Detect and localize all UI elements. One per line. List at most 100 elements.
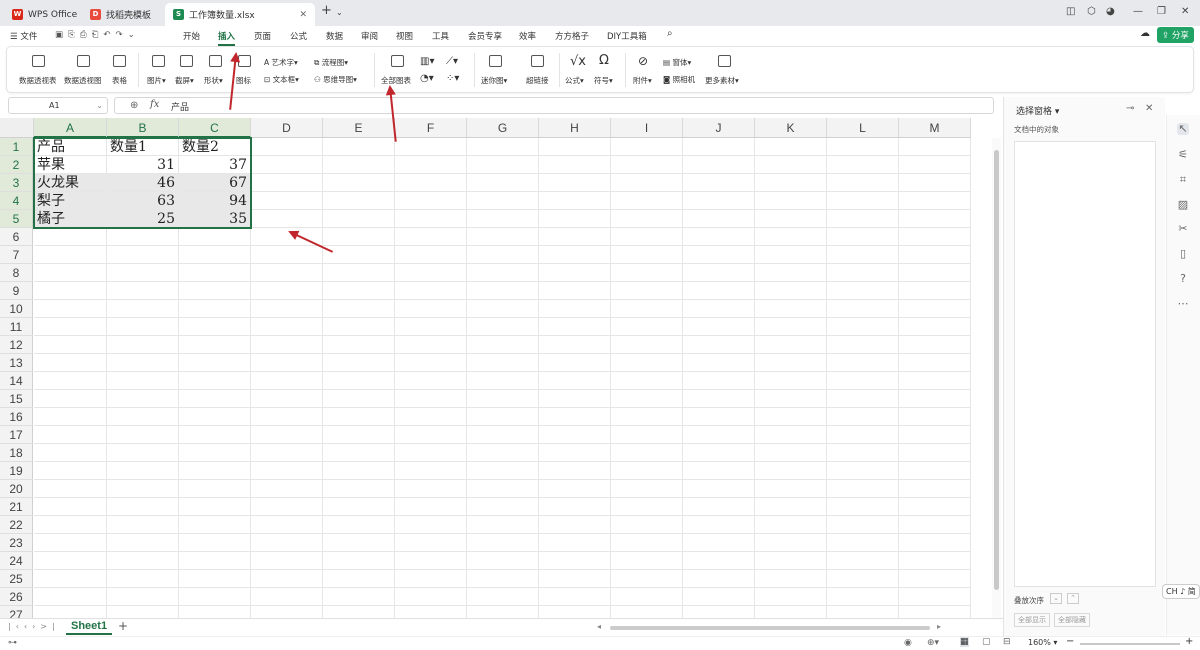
cell[interactable]: [323, 246, 395, 264]
tab-wps-office[interactable]: W WPS Office: [4, 3, 82, 26]
cell[interactable]: [755, 156, 827, 174]
row-header[interactable]: 24: [0, 552, 33, 570]
cell[interactable]: [539, 552, 611, 570]
column-header[interactable]: A: [34, 118, 107, 138]
cell[interactable]: [395, 498, 467, 516]
cell[interactable]: [683, 246, 755, 264]
cell[interactable]: [323, 516, 395, 534]
object-button[interactable]: ▤ 窗体▾: [663, 57, 691, 68]
cell[interactable]: [251, 174, 323, 192]
cell[interactable]: [899, 228, 971, 246]
cell[interactable]: [467, 552, 539, 570]
cell[interactable]: [827, 192, 899, 210]
cell[interactable]: [539, 354, 611, 372]
cell[interactable]: [179, 354, 251, 372]
cell[interactable]: [755, 228, 827, 246]
row-header[interactable]: 19: [0, 462, 33, 480]
name-box[interactable]: A1 ⌄: [8, 97, 108, 114]
row-header[interactable]: 3: [0, 174, 33, 192]
cell[interactable]: [179, 246, 251, 264]
cell[interactable]: [107, 300, 179, 318]
cell[interactable]: [899, 534, 971, 552]
column-header[interactable]: K: [755, 118, 827, 138]
cell[interactable]: [539, 372, 611, 390]
cell[interactable]: [755, 462, 827, 480]
cell[interactable]: [395, 480, 467, 498]
cell[interactable]: [395, 570, 467, 588]
cell[interactable]: [467, 516, 539, 534]
cell[interactable]: [34, 534, 107, 552]
column-header[interactable]: I: [611, 118, 683, 138]
help-icon[interactable]: ?: [1177, 273, 1189, 285]
cell[interactable]: [251, 390, 323, 408]
cell[interactable]: [611, 354, 683, 372]
cell[interactable]: [467, 174, 539, 192]
cell[interactable]: [395, 210, 467, 228]
cell[interactable]: [827, 156, 899, 174]
cell[interactable]: [539, 534, 611, 552]
icon-button[interactable]: 图标: [236, 75, 251, 86]
cell[interactable]: [611, 282, 683, 300]
cell[interactable]: [107, 498, 179, 516]
cell[interactable]: [34, 408, 107, 426]
book-icon[interactable]: ▯: [1177, 248, 1189, 260]
cell[interactable]: [683, 588, 755, 606]
cell[interactable]: [323, 552, 395, 570]
cell[interactable]: [107, 408, 179, 426]
cell[interactable]: [34, 282, 107, 300]
cell[interactable]: [251, 408, 323, 426]
cell[interactable]: [827, 534, 899, 552]
row-header[interactable]: 7: [0, 246, 33, 264]
cell[interactable]: [179, 444, 251, 462]
menu-insert[interactable]: 插入: [218, 30, 236, 46]
cell[interactable]: [611, 390, 683, 408]
cell[interactable]: [251, 516, 323, 534]
bar-chart-icon[interactable]: ▥▾: [420, 56, 434, 67]
cell[interactable]: [683, 444, 755, 462]
cell[interactable]: [611, 174, 683, 192]
cell[interactable]: [107, 552, 179, 570]
cell[interactable]: [899, 372, 971, 390]
cell[interactable]: [467, 390, 539, 408]
cell[interactable]: [539, 174, 611, 192]
cell[interactable]: [251, 426, 323, 444]
column-header[interactable]: B: [107, 118, 179, 138]
cell[interactable]: [467, 426, 539, 444]
cell[interactable]: [467, 246, 539, 264]
cell[interactable]: [395, 372, 467, 390]
cell[interactable]: [323, 498, 395, 516]
maximize-icon[interactable]: ❐: [1157, 6, 1166, 17]
cell[interactable]: [899, 300, 971, 318]
cell[interactable]: [827, 372, 899, 390]
cell[interactable]: [755, 408, 827, 426]
cell[interactable]: [323, 462, 395, 480]
cell[interactable]: [467, 480, 539, 498]
cell[interactable]: [34, 264, 107, 282]
cell[interactable]: [683, 516, 755, 534]
cell[interactable]: [179, 588, 251, 606]
cell[interactable]: [107, 318, 179, 336]
scroll-left-icon[interactable]: ◂: [597, 622, 601, 631]
cell[interactable]: [899, 552, 971, 570]
cell[interactable]: [107, 282, 179, 300]
cell[interactable]: [395, 534, 467, 552]
cell[interactable]: [827, 138, 899, 156]
cell[interactable]: [899, 246, 971, 264]
picture-button[interactable]: 图片▾: [147, 75, 166, 86]
cell[interactable]: [34, 300, 107, 318]
formula-input[interactable]: ⊕ fx 产品: [114, 97, 994, 114]
cell[interactable]: [755, 534, 827, 552]
cell[interactable]: [755, 588, 827, 606]
shape-button[interactable]: 形状▾: [204, 75, 223, 86]
row-header[interactable]: 10: [0, 300, 33, 318]
cell[interactable]: [827, 516, 899, 534]
cell[interactable]: [755, 354, 827, 372]
cell[interactable]: [539, 516, 611, 534]
cell[interactable]: [251, 588, 323, 606]
cell[interactable]: [395, 588, 467, 606]
cell[interactable]: [323, 408, 395, 426]
cell[interactable]: [899, 408, 971, 426]
cell[interactable]: [395, 138, 467, 156]
macro-icon[interactable]: ⊶: [8, 638, 17, 648]
table-button[interactable]: 表格: [112, 75, 127, 86]
